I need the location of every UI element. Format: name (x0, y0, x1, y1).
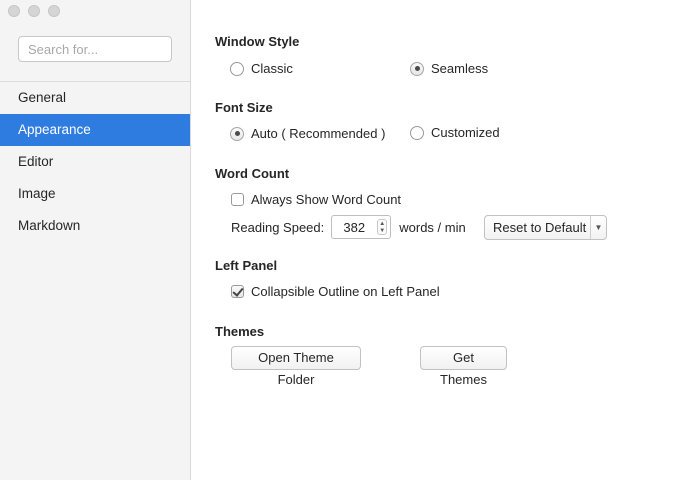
always-show-word-count-option[interactable]: Always Show Word Count (231, 192, 401, 207)
preferences-window: General Appearance Editor Image Markdown… (0, 0, 700, 480)
themes-heading: Themes (215, 324, 265, 339)
sidebar: General Appearance Editor Image Markdown (0, 0, 191, 480)
minimize-window-button[interactable] (28, 5, 40, 17)
collapsible-outline-checkbox[interactable] (231, 285, 244, 298)
classic-radio[interactable] (230, 61, 244, 76)
reset-to-default-label: Reset to Default (493, 220, 587, 235)
reading-speed-row: Reading Speed: 382 ▲ ▼ words / min (231, 215, 466, 239)
word-count-heading: Word Count (215, 166, 290, 181)
window-style-seamless-option[interactable]: Seamless (410, 61, 488, 76)
reading-speed-label: Reading Speed: (231, 219, 325, 235)
classic-label: Classic (251, 61, 293, 76)
window-style-classic-option[interactable]: Classic (230, 61, 293, 76)
auto-label: Auto ( Recommended ) (251, 126, 386, 141)
close-window-button[interactable] (8, 5, 20, 17)
font-size-auto-option[interactable]: Auto ( Recommended ) (230, 126, 385, 141)
settings-panel: Window Style Classic Seamless Font Size … (191, 0, 700, 480)
left-panel-heading: Left Panel (215, 258, 278, 273)
customized-radio[interactable] (410, 125, 424, 140)
sidebar-nav: General Appearance Editor Image Markdown (0, 82, 190, 242)
reading-speed-value[interactable]: 382 (332, 220, 376, 235)
sidebar-item-editor[interactable]: Editor (0, 146, 190, 178)
sidebar-item-markdown[interactable]: Markdown (0, 210, 190, 242)
reading-speed-stepper[interactable]: 382 ▲ ▼ (331, 215, 392, 239)
seamless-radio[interactable] (410, 61, 424, 76)
collapsible-outline-label: Collapsible Outline on Left Panel (251, 284, 440, 299)
stepper-down-icon[interactable]: ▼ (379, 228, 385, 234)
window-style-heading: Window Style (215, 34, 300, 49)
zoom-window-button[interactable] (48, 5, 60, 17)
stepper-up-icon[interactable]: ▲ (379, 221, 385, 227)
sidebar-item-general[interactable]: General (0, 82, 190, 114)
always-show-word-count-label: Always Show Word Count (251, 192, 402, 207)
open-theme-folder-button[interactable]: Open Theme Folder (231, 346, 361, 387)
search-input[interactable] (18, 36, 172, 62)
customized-label: Customized (431, 125, 500, 140)
chevron-down-icon[interactable]: ▼ (590, 216, 606, 239)
window-controls (8, 5, 60, 17)
font-size-heading: Font Size (215, 100, 273, 115)
sidebar-item-image[interactable]: Image (0, 178, 190, 210)
sidebar-item-appearance[interactable]: Appearance (0, 114, 190, 146)
auto-radio[interactable] (230, 126, 244, 141)
collapsible-outline-option[interactable]: Collapsible Outline on Left Panel (231, 284, 440, 299)
reset-to-default-popup[interactable]: Reset to Default ▼ (484, 215, 607, 240)
always-show-word-count-checkbox[interactable] (231, 193, 244, 206)
words-per-min-label: words / min (399, 219, 466, 235)
search-container (18, 36, 172, 62)
get-themes-button[interactable]: Get Themes (420, 346, 507, 387)
seamless-label: Seamless (431, 61, 489, 76)
font-size-customized-option[interactable]: Customized (410, 125, 500, 140)
stepper-arrows[interactable]: ▲ ▼ (377, 219, 388, 235)
